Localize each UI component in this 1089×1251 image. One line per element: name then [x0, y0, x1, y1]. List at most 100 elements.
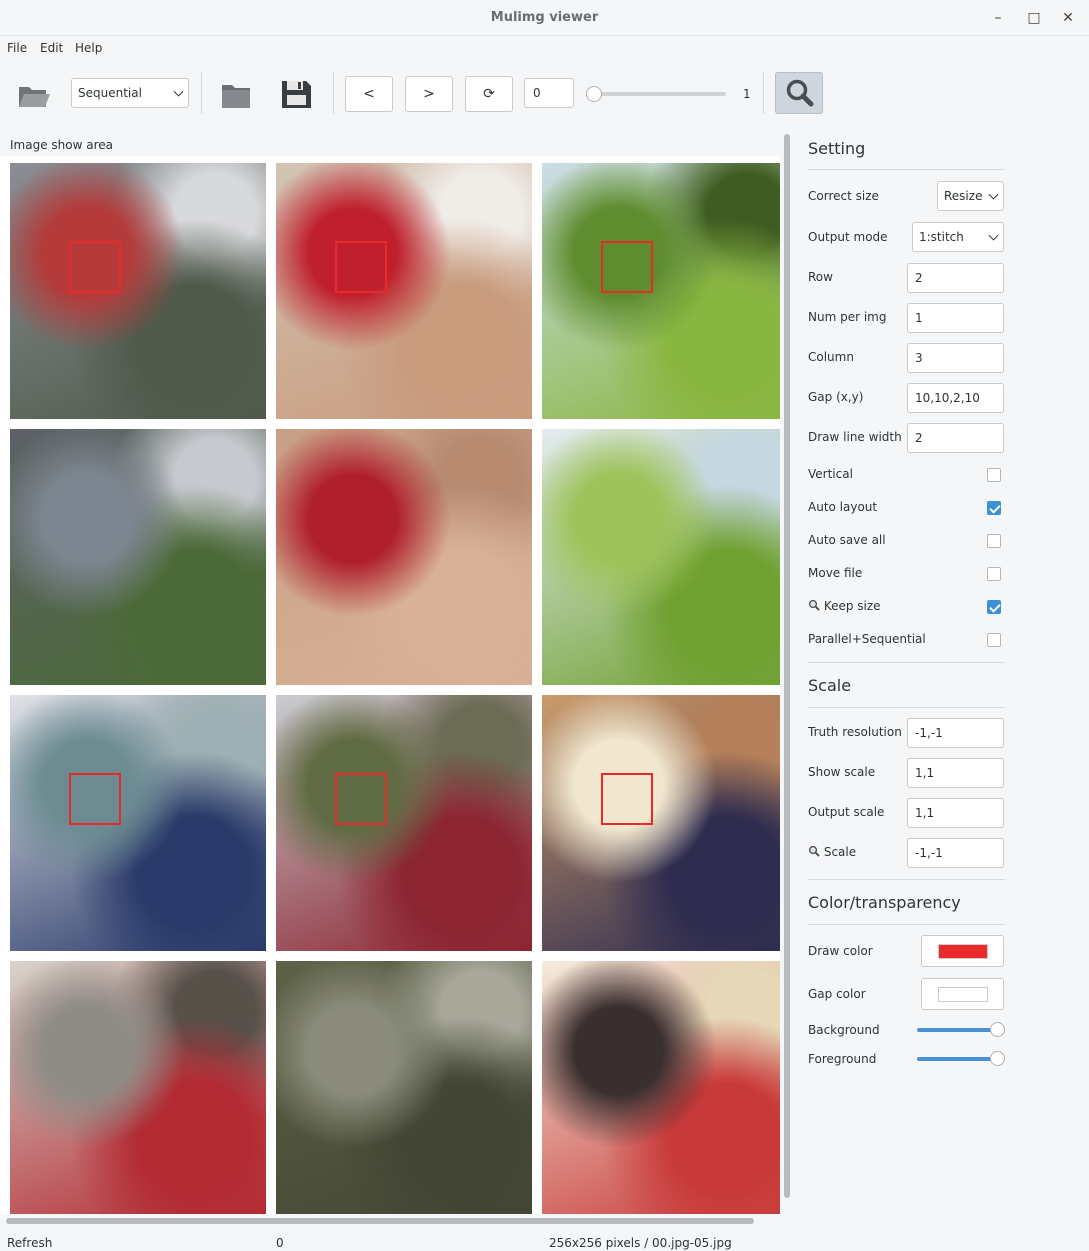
magnifier-icon: [808, 599, 820, 611]
status-bar: Refresh 0 256x256 pixels / 00.jpg-05.jpg: [0, 1230, 1089, 1251]
num-per-img-input[interactable]: 1: [907, 303, 1004, 333]
close-button[interactable]: ✕: [1058, 8, 1078, 28]
toolbar-divider: [201, 72, 202, 114]
image-tile[interactable]: [10, 695, 266, 951]
parallel-sequential-checkbox[interactable]: [987, 633, 1001, 647]
image-tile[interactable]: [10, 163, 266, 419]
image-tile[interactable]: [542, 429, 780, 685]
menu-file[interactable]: File: [7, 41, 27, 55]
image-tile[interactable]: [276, 961, 532, 1214]
parallel-sequential-label: Parallel+Sequential: [808, 632, 926, 646]
selection-box[interactable]: [69, 241, 121, 293]
folder-open-icon[interactable]: [14, 76, 54, 112]
image-show-area[interactable]: [0, 156, 780, 1214]
vertical-scrollbar[interactable]: [784, 134, 790, 1198]
vertical-checkbox[interactable]: [987, 468, 1001, 482]
mode-select-value: Sequential: [78, 86, 142, 100]
magnifier-button[interactable]: [775, 72, 823, 114]
selection-box[interactable]: [601, 773, 653, 825]
selection-box[interactable]: [335, 773, 387, 825]
column-input[interactable]: 3: [907, 343, 1004, 373]
column-label: Column: [808, 350, 854, 364]
settings-title: Setting: [808, 139, 866, 158]
previous-button[interactable]: <: [345, 76, 393, 112]
index-slider-knob[interactable]: [586, 86, 602, 102]
menu-help[interactable]: Help: [75, 41, 102, 55]
mode-select[interactable]: Sequential: [71, 78, 189, 108]
draw-line-width-input[interactable]: 2: [907, 423, 1004, 453]
title-bar: Mulimg viewer – □ ✕: [0, 0, 1089, 36]
image-tile[interactable]: [276, 163, 532, 419]
selection-box[interactable]: [69, 773, 121, 825]
background-slider[interactable]: [917, 1028, 997, 1032]
output-mode-select[interactable]: 1:stitch: [912, 222, 1004, 252]
foreground-slider[interactable]: [917, 1057, 997, 1061]
horizontal-scrollbar[interactable]: [6, 1218, 754, 1224]
move-file-label: Move file: [808, 566, 863, 580]
show-scale-input[interactable]: 1,1: [907, 758, 1004, 788]
window-title: Mulimg viewer: [490, 10, 599, 25]
toolbar: Sequential < > ⟳ 0 1: [0, 62, 1089, 124]
auto-layout-checkbox[interactable]: [987, 501, 1001, 515]
row-label: Row: [808, 270, 833, 284]
auto-save-all-checkbox[interactable]: [987, 534, 1001, 548]
row-input[interactable]: 2: [907, 263, 1004, 293]
folder-icon[interactable]: [216, 76, 256, 112]
output-mode-value: 1:stitch: [919, 230, 964, 244]
keep-size-label: Keep size: [823, 599, 881, 613]
zoom-scale-label: Scale: [823, 845, 857, 859]
image-tile[interactable]: [542, 163, 780, 419]
move-file-checkbox[interactable]: [987, 567, 1001, 581]
divider: [808, 707, 1005, 708]
menu-bar: File Edit Help: [0, 36, 1089, 60]
draw-color-button[interactable]: [921, 935, 1004, 967]
index-input[interactable]: 0: [524, 78, 574, 108]
index-slider[interactable]: [590, 92, 726, 96]
correct-size-label: Correct size: [808, 189, 879, 203]
gap-color-button[interactable]: [921, 978, 1004, 1010]
auto-layout-label: Auto layout: [808, 500, 878, 514]
maximize-button[interactable]: □: [1024, 8, 1044, 28]
output-scale-input[interactable]: 1,1: [907, 798, 1004, 828]
output-mode-label: Output mode: [808, 230, 888, 244]
keep-size-row: Keep size: [808, 599, 881, 613]
save-icon[interactable]: [276, 76, 316, 112]
gap-label: Gap (x,y): [808, 390, 864, 404]
selection-box[interactable]: [601, 241, 653, 293]
image-tile[interactable]: [542, 695, 780, 951]
draw-color-label: Draw color: [808, 944, 873, 958]
status-right: 256x256 pixels / 00.jpg-05.jpg: [549, 1236, 732, 1250]
scale-title: Scale: [808, 676, 852, 695]
vertical-label: Vertical: [808, 467, 853, 481]
correct-size-select[interactable]: Resize: [937, 181, 1004, 211]
divider: [808, 169, 1005, 170]
status-middle: 0: [276, 1236, 284, 1250]
toolbar-divider: [333, 72, 334, 114]
refresh-button[interactable]: ⟳: [465, 76, 513, 112]
zoom-scale-input[interactable]: -1,-1: [907, 838, 1004, 868]
menu-edit[interactable]: Edit: [40, 41, 63, 55]
next-button[interactable]: >: [405, 76, 453, 112]
chevron-down-icon: [173, 86, 184, 97]
image-tile[interactable]: [276, 429, 532, 685]
image-tile[interactable]: [10, 961, 266, 1214]
divider: [808, 924, 1005, 925]
gap-color-swatch: [938, 987, 988, 1002]
truth-resolution-input[interactable]: -1,-1: [907, 718, 1004, 748]
image-tile[interactable]: [542, 961, 780, 1214]
image-tile[interactable]: [10, 429, 266, 685]
gap-input[interactable]: 10,10,2,10: [907, 383, 1004, 413]
draw-color-swatch: [938, 944, 988, 959]
minimize-button[interactable]: –: [988, 8, 1008, 28]
foreground-slider-knob[interactable]: [990, 1051, 1005, 1066]
num-per-img-label: Num per img: [808, 310, 887, 324]
image-tile[interactable]: [276, 695, 532, 951]
background-slider-knob[interactable]: [990, 1022, 1005, 1037]
foreground-label: Foreground: [808, 1052, 877, 1066]
keep-size-checkbox[interactable]: [987, 600, 1001, 614]
draw-line-width-label: Draw line width: [808, 430, 902, 444]
chevron-down-icon: [988, 230, 999, 241]
background-label: Background: [808, 1023, 880, 1037]
selection-box[interactable]: [335, 241, 387, 293]
slider-max-label: 1: [743, 87, 751, 101]
